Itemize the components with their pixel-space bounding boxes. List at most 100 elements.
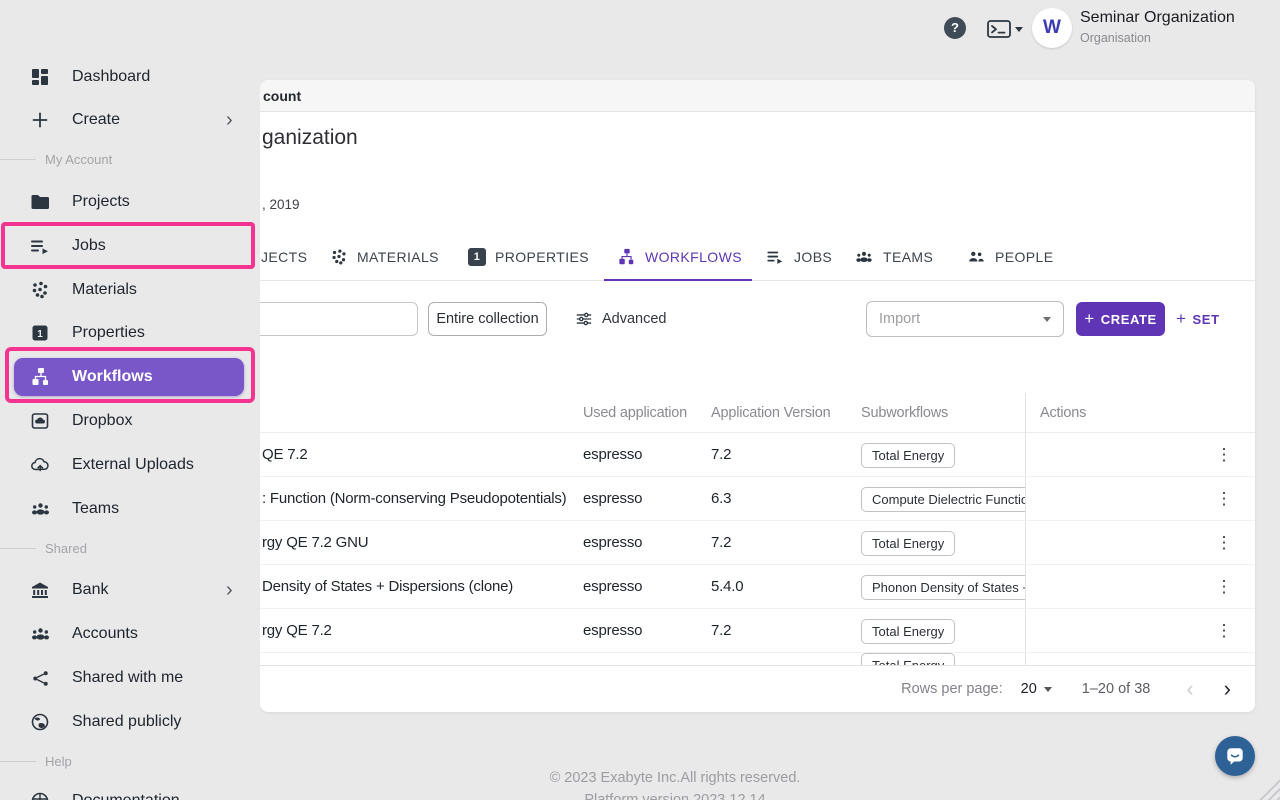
- jobs-icon: [29, 236, 51, 256]
- sidebar-item-label: Dropbox: [72, 412, 132, 430]
- tab-projects[interactable]: JECTS: [261, 233, 307, 281]
- section-divider: [0, 761, 36, 762]
- row-actions-kebab-icon[interactable]: ⋮: [1212, 565, 1236, 609]
- sidebar-item-documentation[interactable]: Documentation: [0, 786, 258, 800]
- console-menu-button[interactable]: [987, 19, 1023, 39]
- main-panel: count ganization , 2019 JECTS MATERIALS …: [260, 80, 1255, 712]
- sidebar-item-projects[interactable]: Projects: [0, 187, 258, 217]
- sidebar-item-label: Documentation: [72, 792, 180, 800]
- plus-icon: +: [1176, 309, 1187, 329]
- workflow-name: rgy QE 7.2 GNU: [262, 521, 368, 565]
- subworkflow-chip[interactable]: Total Energy: [861, 531, 955, 556]
- pagination-range: 1–20 of 38: [1082, 681, 1151, 697]
- sidebar-item-workflows[interactable]: Workflows: [14, 358, 244, 396]
- application-version: 7.2: [711, 521, 731, 565]
- subworkflow-chip[interactable]: Compute Dielectric Function: [861, 487, 1025, 512]
- next-page-button[interactable]: ›: [1224, 679, 1231, 699]
- row-actions-kebab-icon[interactable]: ⋮: [1212, 433, 1236, 477]
- sidebar-item-label: Materials: [72, 281, 137, 299]
- sidebar-item-label: Dashboard: [72, 68, 150, 86]
- caret-down-icon: [1043, 317, 1051, 322]
- set-button[interactable]: + SET: [1176, 302, 1220, 336]
- subworkflow-chip[interactable]: Total Energy: [861, 443, 955, 468]
- sidebar-item-create[interactable]: Create ›: [0, 105, 258, 135]
- page-title: ganization: [262, 126, 358, 150]
- properties-icon: 1: [29, 323, 51, 343]
- advanced-filter-button[interactable]: Advanced: [575, 302, 667, 336]
- sidebar-item-shared-with-me[interactable]: Shared with me: [0, 663, 258, 693]
- sidebar-item-properties[interactable]: 1 Properties: [0, 318, 258, 348]
- used-application: espresso: [583, 609, 642, 653]
- workflow-name: rgy QE 7.2: [262, 609, 332, 653]
- people-icon: [966, 248, 986, 266]
- materials-icon: [330, 248, 348, 266]
- tab-teams[interactable]: TEAMS: [854, 233, 933, 281]
- plus-icon: [29, 111, 51, 129]
- tab-people[interactable]: PEOPLE: [966, 233, 1053, 281]
- sidebar-item-accounts[interactable]: Accounts: [0, 619, 258, 649]
- svg-text:1: 1: [37, 329, 43, 340]
- sidebar-item-label: Projects: [72, 193, 130, 211]
- sidebar-item-external-uploads[interactable]: External Uploads: [0, 450, 258, 480]
- table-row[interactable]: : Function (Norm-conserving Pseudopotent…: [260, 477, 1255, 521]
- platform-version: Platform version 2023.12.14: [550, 792, 801, 800]
- jobs-icon: [766, 248, 785, 266]
- sidebar-item-teams[interactable]: Teams: [0, 494, 258, 524]
- row-actions-kebab-icon[interactable]: ⋮: [1212, 521, 1236, 565]
- workflow-name: Density of States + Dispersions (clone): [262, 565, 513, 609]
- subworkflow-chip[interactable]: Phonon Density of States + Dis: [861, 575, 1025, 600]
- help-button[interactable]: ?: [944, 17, 966, 39]
- row-actions-kebab-icon[interactable]: ⋮: [1212, 477, 1236, 521]
- tab-properties[interactable]: 1 PROPERTIES: [468, 233, 589, 281]
- org-block[interactable]: Seminar Organization Organisation: [1080, 9, 1235, 45]
- sidebar-item-shared-publicly[interactable]: Shared publicly: [0, 707, 258, 737]
- sidebar-item-jobs[interactable]: Jobs: [0, 231, 258, 261]
- rows-per-page-select[interactable]: 20: [1021, 681, 1037, 697]
- properties-badge-icon: 1: [468, 248, 486, 266]
- entire-collection-button[interactable]: Entire collection: [428, 302, 547, 336]
- tab-label: WORKFLOWS: [645, 249, 742, 265]
- sidebar-item-label: Teams: [72, 500, 119, 518]
- tune-icon: [575, 310, 593, 328]
- table-row[interactable]: rgy QE 7.2 GNU espresso 7.2 Total Energy…: [260, 521, 1255, 565]
- sidebar: Dashboard Create › My Account Projects J…: [0, 0, 260, 800]
- import-dropdown[interactable]: Import: [866, 301, 1064, 337]
- used-application: espresso: [583, 521, 642, 565]
- table-row[interactable]: QE 7.2 espresso 7.2 Total Energy ⋮: [260, 433, 1255, 477]
- chat-bubble-button[interactable]: [1215, 736, 1255, 776]
- table-row[interactable]: Density of States + Dispersions (clone) …: [260, 565, 1255, 609]
- bank-icon: [29, 580, 51, 600]
- set-label: SET: [1193, 312, 1220, 327]
- sidebar-item-bank[interactable]: Bank ›: [0, 575, 258, 605]
- folder-icon: [29, 192, 51, 212]
- resize-corner-stripes: [1254, 774, 1280, 800]
- sidebar-item-dropbox[interactable]: Dropbox: [0, 406, 258, 436]
- sidebar-item-label: Create: [72, 111, 120, 129]
- col-used-application: Used application: [583, 393, 687, 433]
- chat-bubble-icon: [1224, 745, 1246, 767]
- sidebar-item-dashboard[interactable]: Dashboard: [0, 62, 258, 92]
- search-input[interactable]: [260, 302, 418, 336]
- plus-icon: +: [1084, 309, 1095, 329]
- previous-page-button[interactable]: ‹: [1186, 679, 1193, 699]
- create-button[interactable]: + CREATE: [1076, 302, 1165, 336]
- application-version: 7.2: [711, 433, 731, 477]
- tab-workflows[interactable]: WORKFLOWS: [618, 233, 742, 281]
- caret-down-icon: [1015, 27, 1023, 32]
- table-row[interactable]: rgy QE 7.2 espresso 7.2 Total Energy ⋮: [260, 609, 1255, 653]
- col-application-version: Application Version: [711, 393, 831, 433]
- chevron-right-icon: ›: [226, 579, 233, 602]
- tab-label: MATERIALS: [357, 249, 439, 265]
- row-actions-kebab-icon[interactable]: ⋮: [1212, 609, 1236, 653]
- rows-per-page-label: Rows per page:: [901, 681, 1003, 697]
- teams-icon: [854, 248, 874, 266]
- subworkflow-chip[interactable]: Total Energy: [861, 619, 955, 644]
- workflow-name: QE 7.2: [262, 433, 308, 477]
- sidebar-item-label: Bank: [72, 581, 108, 599]
- avatar[interactable]: W: [1032, 8, 1072, 48]
- sidebar-item-materials[interactable]: Materials: [0, 275, 258, 305]
- used-application: espresso: [583, 433, 642, 477]
- tab-materials[interactable]: MATERIALS: [330, 233, 439, 281]
- tab-jobs[interactable]: JOBS: [766, 233, 832, 281]
- dropbox-icon: [29, 411, 51, 431]
